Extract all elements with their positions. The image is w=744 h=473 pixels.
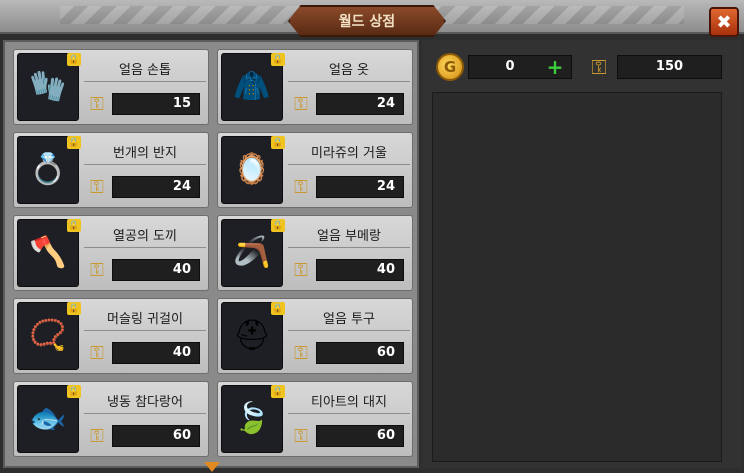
key-icon: ⚿	[90, 260, 104, 281]
key-value: 150	[617, 55, 722, 79]
item-name: 얼음 부메랑	[288, 226, 410, 248]
item-price: 24	[316, 93, 404, 115]
lock-icon: 🔒	[67, 219, 81, 232]
item-name: 열공의 도끼	[84, 226, 206, 248]
lock-icon: 🔒	[67, 302, 81, 315]
lock-icon: 🔒	[67, 385, 81, 398]
item-name: 냉동 참다랑어	[84, 392, 206, 414]
key-icon: ⚿	[294, 426, 308, 447]
item-price: 60	[316, 425, 404, 447]
gold-value: 0	[505, 59, 515, 74]
lock-icon: 🔒	[271, 136, 285, 149]
item-price: 40	[112, 259, 200, 281]
shop-item-card[interactable]: 🧤 🔒 얼음 손톱 ⚿ 15	[13, 49, 209, 125]
add-gold-button[interactable]: +	[545, 57, 565, 77]
key-icon: ⚿	[90, 177, 104, 198]
item-price: 60	[112, 425, 200, 447]
shop-item-card[interactable]: 📿 🔒 머슬링 귀걸이 ⚿ 40	[13, 298, 209, 374]
close-button[interactable]: ✖	[709, 7, 739, 37]
item-list-panel: 🧤 🔒 얼음 손톱 ⚿ 15 🧥 🔒 얼음 옷 ⚿ 24 💍 🔒 번개의 반지 ⚿ 24 🪞 🔒 미라쥬의 거울 ⚿…	[3, 40, 419, 468]
lock-icon: 🔒	[271, 302, 285, 315]
shop-item-card[interactable]: 🐟 🔒 냉동 참다랑어 ⚿ 60	[13, 381, 209, 457]
lock-icon: 🔒	[67, 136, 81, 149]
item-price: 40	[316, 259, 404, 281]
key-icon: ⚿	[591, 55, 607, 79]
shop-item-card[interactable]: 🪃 🔒 얼음 부메랑 ⚿ 40	[217, 215, 413, 291]
shop-item-card[interactable]: 🍃 🔒 티아트의 대지 ⚿ 60	[217, 381, 413, 457]
lock-icon: 🔒	[271, 385, 285, 398]
lock-icon: 🔒	[271, 53, 285, 66]
lock-icon: 🔒	[67, 53, 81, 66]
item-price: 24	[112, 176, 200, 198]
key-icon: ⚿	[90, 426, 104, 447]
shop-item-card[interactable]: 🪞 🔒 미라쥬의 거울 ⚿ 24	[217, 132, 413, 208]
item-name: 얼음 옷	[288, 60, 410, 82]
item-price: 15	[112, 93, 200, 115]
item-price: 24	[316, 176, 404, 198]
shop-item-card[interactable]: 🪓 🔒 열공의 도끼 ⚿ 40	[13, 215, 209, 291]
item-name: 번개의 반지	[84, 143, 206, 165]
key-icon: ⚿	[294, 260, 308, 281]
shop-item-card[interactable]: 💍 🔒 번개의 반지 ⚿ 24	[13, 132, 209, 208]
item-name: 얼음 손톱	[84, 60, 206, 82]
item-name: 미라쥬의 거울	[288, 143, 410, 165]
key-icon: ⚿	[90, 343, 104, 364]
item-name: 얼음 투구	[288, 309, 410, 331]
shop-item-card[interactable]: ⛑ 🔒 얼음 투구 ⚿ 60	[217, 298, 413, 374]
gold-coin-icon: G	[436, 53, 464, 81]
key-icon: ⚿	[294, 94, 308, 115]
key-icon: ⚿	[90, 94, 104, 115]
item-detail-area	[432, 92, 722, 462]
lock-icon: 🔒	[271, 219, 285, 232]
item-name: 머슬링 귀걸이	[84, 309, 206, 331]
close-icon: ✖	[716, 11, 732, 33]
shop-item-card[interactable]: 🧥 🔒 얼음 옷 ⚿ 24	[217, 49, 413, 125]
item-price: 60	[316, 342, 404, 364]
title-plate: 월드 상점	[288, 5, 446, 37]
item-name: 티아트의 대지	[288, 392, 410, 414]
shop-title: 월드 상점	[338, 14, 396, 30]
key-icon: ⚿	[294, 177, 308, 198]
key-icon: ⚿	[294, 343, 308, 364]
item-price: 40	[112, 342, 200, 364]
